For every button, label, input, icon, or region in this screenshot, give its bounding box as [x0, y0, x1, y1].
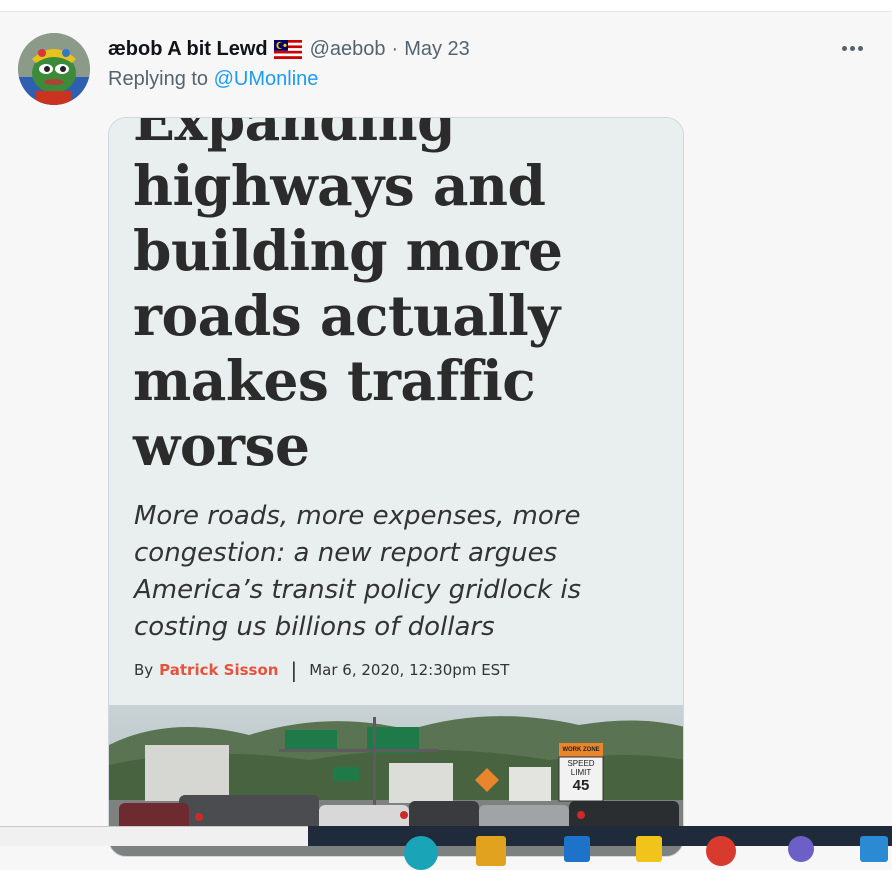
- taskbar-app-icon[interactable]: [404, 836, 438, 870]
- reply-mention-link[interactable]: @UMonline: [214, 68, 319, 90]
- article-headline: Expanding highways and building more roa…: [133, 117, 563, 478]
- taskbar-app-icon[interactable]: [860, 836, 888, 862]
- header-separator: ·: [391, 37, 399, 60]
- display-name[interactable]: æbob A bit Lewd: [108, 38, 268, 61]
- article-byline: By Patrick Sisson | Mar 6, 2020, 12:30pm…: [134, 658, 509, 682]
- speed-limit-sign: SPEED LIMIT 45: [559, 759, 603, 794]
- taskbar-app-icon[interactable]: [788, 836, 814, 862]
- tweet-date[interactable]: May 23: [404, 38, 470, 61]
- byline-prefix: By: [134, 661, 154, 679]
- user-handle[interactable]: @aebob: [310, 38, 386, 61]
- tweet-media-image[interactable]: Expanding highways and building more roa…: [108, 117, 684, 857]
- taskbar-app-icon[interactable]: [706, 836, 736, 866]
- reply-prefix: Replying to: [108, 68, 209, 90]
- avatar-image: [18, 33, 90, 105]
- taskbar-app-icon[interactable]: [636, 836, 662, 862]
- more-options-button[interactable]: [836, 36, 868, 60]
- avatar[interactable]: [18, 33, 90, 105]
- tweet-header: æbob A bit Lewd @aebob · May 23: [108, 34, 470, 64]
- speed-sign-line2: LIMIT: [570, 768, 592, 777]
- byline-separator: |: [290, 658, 298, 682]
- previous-tweet-edge: [0, 0, 892, 12]
- byline-author: Patrick Sisson: [159, 661, 279, 679]
- replying-to: Replying to @UMonline: [108, 68, 318, 91]
- taskbar-search-area[interactable]: [0, 826, 308, 846]
- malaysia-flag-icon: [273, 39, 302, 59]
- byline-timestamp: Mar 6, 2020, 12:30pm EST: [309, 661, 510, 679]
- more-horizontal-icon: [841, 45, 847, 51]
- taskbar-app-icon[interactable]: [564, 836, 590, 862]
- system-taskbar: [308, 826, 892, 870]
- work-zone-sign: WORK ZONE: [562, 747, 600, 753]
- taskbar-app-icon[interactable]: [476, 836, 506, 866]
- speed-sign-line1: SPEED: [567, 759, 595, 768]
- speed-sign-value: 45: [572, 777, 590, 794]
- article-dek: More roads, more expenses, more congesti…: [134, 501, 582, 642]
